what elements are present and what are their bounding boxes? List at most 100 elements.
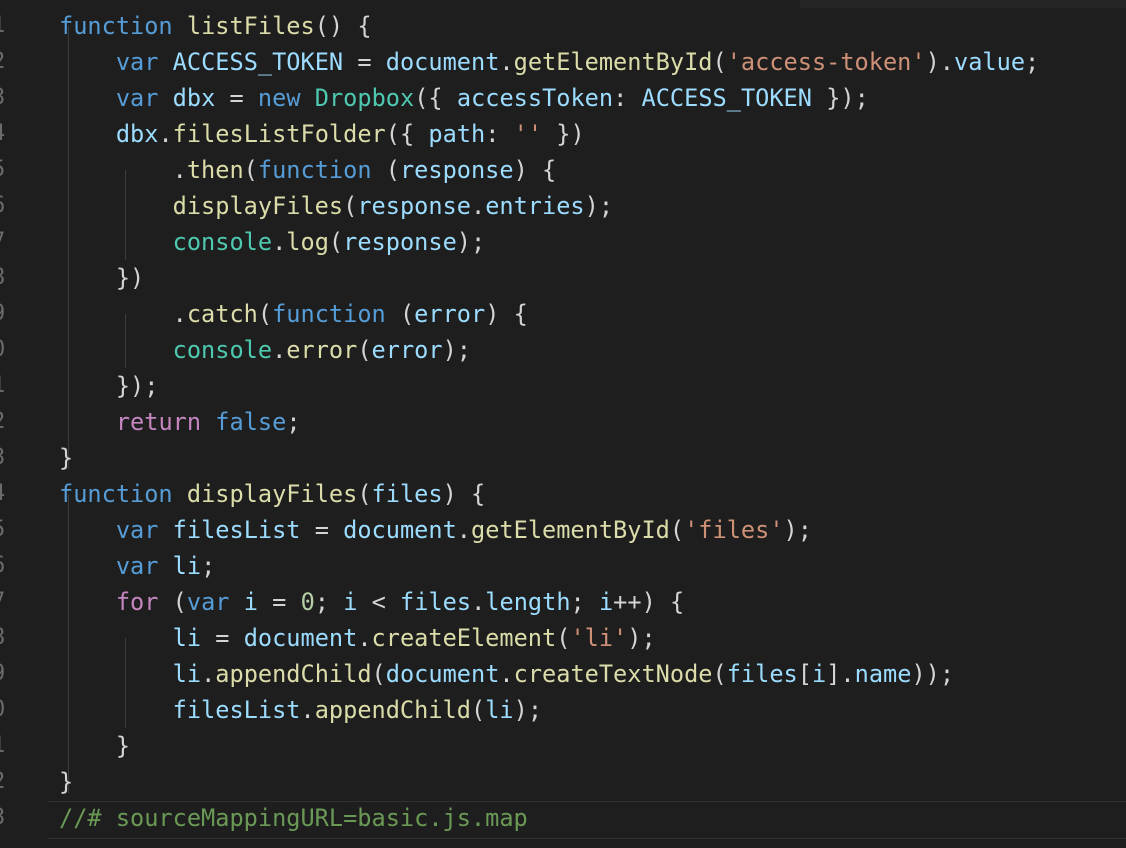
code-line[interactable]: }: [59, 764, 73, 800]
punctuation: [59, 228, 173, 256]
punctuation: [59, 516, 116, 544]
punctuation: );: [584, 192, 614, 220]
punctuation: ;: [201, 552, 216, 580]
line-number: 8: [0, 620, 5, 656]
code-line[interactable]: .then(function (response) {: [59, 152, 557, 188]
control-keyword: return: [115, 408, 202, 436]
punctuation: .: [499, 48, 514, 76]
code-line[interactable]: dbx.filesListFolder({ path: '' }): [59, 116, 585, 152]
punctuation: (: [371, 156, 400, 184]
line-number: 1: [0, 728, 5, 764]
punctuation: :: [613, 84, 642, 112]
identifier: li: [172, 624, 202, 652]
punctuation: (: [158, 588, 187, 616]
code-line[interactable]: .catch(function (error) {: [59, 296, 528, 332]
code-line[interactable]: for (var i = 0; i < files.length; i++) {: [59, 584, 684, 620]
punctuation: .: [471, 588, 486, 616]
punctuation: [59, 120, 116, 148]
function-name: appendChild: [215, 660, 372, 688]
punctuation: });: [59, 372, 159, 400]
punctuation: }: [59, 732, 131, 760]
comment: //# sourceMappingURL=basic.js.map: [59, 804, 528, 832]
function-name: createElement: [371, 624, 557, 652]
function-name: displayFiles: [186, 480, 358, 508]
code-line[interactable]: //# sourceMappingURL=basic.js.map: [59, 800, 528, 836]
line-number: 0: [0, 692, 5, 728]
punctuation: ) {: [513, 156, 557, 184]
code-line[interactable]: function displayFiles(files) {: [59, 476, 485, 512]
punctuation: }: [59, 444, 74, 472]
identifier: i: [243, 588, 258, 616]
punctuation: =: [343, 48, 386, 76]
punctuation: .: [59, 300, 187, 328]
punctuation: [59, 192, 173, 220]
punctuation: }: [59, 768, 74, 796]
identifier: accessToken: [456, 84, 614, 112]
code-line[interactable]: var dbx = new Dropbox({ accessToken: ACC…: [59, 80, 869, 116]
code-line[interactable]: li = document.createElement('li');: [59, 620, 656, 656]
punctuation: .: [272, 228, 287, 256]
class-name: Dropbox: [314, 84, 415, 112]
identifier: files: [400, 588, 472, 616]
code-line[interactable]: console.error(error);: [59, 332, 471, 368]
identifier: error: [414, 300, 486, 328]
string-literal: 'access-token': [726, 48, 926, 76]
function-name: displayFiles: [172, 192, 344, 220]
punctuation: [158, 552, 172, 580]
code-line[interactable]: console.log(response);: [59, 224, 486, 260]
identifier: ACCESS_TOKEN: [641, 84, 812, 112]
punctuation: (: [556, 624, 571, 652]
code-line[interactable]: }: [59, 728, 130, 764]
punctuation: ;: [1025, 48, 1040, 76]
punctuation: .: [158, 120, 173, 148]
class-name: console: [172, 336, 273, 364]
class-name: console: [172, 228, 273, 256]
identifier: response: [399, 156, 514, 184]
keyword: function: [59, 480, 173, 508]
punctuation: ) {: [442, 480, 486, 508]
code-line[interactable]: displayFiles(response.entries);: [59, 188, 613, 224]
punctuation: .: [456, 516, 471, 544]
punctuation: );: [513, 696, 543, 724]
identifier: dbx: [172, 84, 216, 112]
code-line[interactable]: var ACCESS_TOKEN = document.getElementBy…: [59, 44, 1039, 80]
punctuation: [59, 660, 173, 688]
punctuation: (: [357, 336, 372, 364]
punctuation: (: [712, 48, 727, 76]
code-line[interactable]: }: [59, 440, 73, 476]
function-name: createTextNode: [513, 660, 713, 688]
identifier: files: [371, 480, 443, 508]
code-editor[interactable]: 12345678901234567890123 function listFil…: [0, 0, 1126, 848]
identifier: i: [598, 588, 614, 616]
identifier: error: [371, 336, 443, 364]
code-line[interactable]: });: [59, 368, 159, 404]
line-number: 3: [0, 800, 5, 836]
code-line[interactable]: }): [59, 260, 144, 296]
line-number: 2: [0, 404, 5, 440]
punctuation: () {: [314, 12, 372, 40]
punctuation: :: [485, 120, 514, 148]
punctuation: [173, 12, 187, 40]
line-number: 9: [0, 656, 5, 692]
line-number: 1: [0, 368, 5, 404]
identifier: document: [385, 48, 500, 76]
function-name: filesListFolder: [172, 120, 386, 148]
punctuation: =: [257, 588, 301, 616]
identifier: i: [811, 660, 827, 688]
code-line[interactable]: var li;: [59, 548, 215, 584]
punctuation: [158, 48, 172, 76]
code-line[interactable]: li.appendChild(document.createTextNode(f…: [59, 656, 954, 692]
code-line[interactable]: filesList.appendChild(li);: [59, 692, 542, 728]
punctuation: =: [201, 624, 244, 652]
punctuation: ).: [925, 48, 955, 76]
identifier: name: [854, 660, 912, 688]
code-line[interactable]: function listFiles() {: [59, 8, 372, 44]
control-keyword: for: [115, 588, 159, 616]
code-line[interactable]: var filesList = document.getElementById(…: [59, 512, 812, 548]
punctuation: ));: [911, 660, 955, 688]
punctuation: (: [712, 660, 727, 688]
line-number: 3: [0, 80, 5, 116]
code-line[interactable]: return false;: [59, 404, 301, 440]
punctuation: ].: [826, 660, 855, 688]
punctuation: ) {: [485, 300, 528, 328]
